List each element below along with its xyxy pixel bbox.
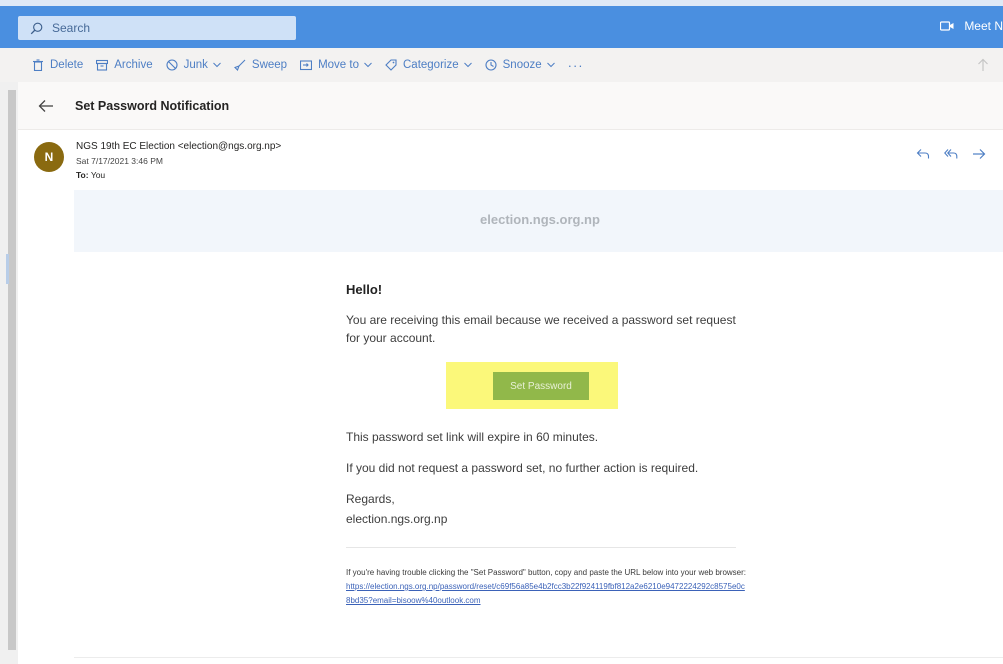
categorize-button[interactable]: Categorize bbox=[385, 59, 472, 71]
message-actions bbox=[916, 148, 1000, 160]
archive-icon bbox=[96, 59, 109, 71]
signature-text: election.ngs.org.np bbox=[346, 512, 448, 526]
reply-all-icon[interactable] bbox=[944, 148, 958, 160]
message-subject: Set Password Notification bbox=[75, 99, 230, 113]
top-bar: Meet N bbox=[0, 0, 1003, 48]
chevron-down-icon bbox=[546, 62, 555, 68]
sender-line[interactable]: NGS 19th EC Election <election@ngs.org.n… bbox=[76, 141, 281, 152]
reply-icon[interactable] bbox=[916, 148, 930, 160]
email-header-banner: election.ngs.org.np bbox=[74, 190, 1003, 252]
trouble-note: If you're having trouble clicking the "S… bbox=[346, 566, 746, 608]
arrow-up-icon[interactable] bbox=[977, 58, 989, 72]
subject-bar: Set Password Notification bbox=[18, 82, 1003, 130]
block-icon bbox=[166, 59, 178, 71]
move-to-button[interactable]: Move to bbox=[300, 59, 372, 71]
trouble-text: If you're having trouble clicking the "S… bbox=[346, 568, 747, 577]
junk-button[interactable]: Junk bbox=[166, 59, 221, 71]
sender-avatar[interactable]: N bbox=[34, 142, 64, 172]
clock-icon bbox=[485, 59, 497, 71]
content-divider bbox=[346, 547, 736, 548]
command-toolbar: Delete Archive Junk Sweep Move to Catego… bbox=[0, 48, 1003, 82]
highlight-box: Set Password bbox=[446, 362, 618, 409]
delete-label: Delete bbox=[50, 59, 84, 71]
search-input[interactable] bbox=[52, 21, 272, 35]
tag-icon bbox=[385, 59, 397, 71]
message-date: Sat 7/17/2021 3:46 PM bbox=[76, 156, 163, 166]
snooze-label: Snooze bbox=[502, 59, 542, 71]
message-list-edge bbox=[0, 82, 18, 664]
chevron-down-icon bbox=[213, 62, 221, 68]
meet-now-label: Meet N bbox=[964, 19, 1003, 33]
folder-move-icon bbox=[300, 60, 313, 71]
search-box[interactable] bbox=[18, 16, 296, 40]
sweep-button[interactable]: Sweep bbox=[233, 59, 288, 71]
forward-icon[interactable] bbox=[972, 148, 986, 160]
recipient-line: To: You bbox=[76, 170, 105, 180]
archive-button[interactable]: Archive bbox=[96, 59, 153, 71]
outlook-window: Meet N Delete Archive Junk Sweep Move to bbox=[0, 0, 1003, 664]
video-icon bbox=[940, 21, 954, 31]
chevron-down-icon bbox=[463, 62, 472, 68]
to-value: You bbox=[90, 170, 106, 180]
sweep-label: Sweep bbox=[251, 59, 288, 71]
more-actions-button[interactable]: ··· bbox=[568, 58, 584, 73]
delete-button[interactable]: Delete bbox=[32, 59, 83, 71]
reset-url-link[interactable]: https://election.ngs.org.np/password/res… bbox=[346, 582, 745, 605]
reading-pane: Set Password Notification N NGS 19th EC … bbox=[18, 82, 1003, 664]
search-icon bbox=[30, 22, 43, 34]
move-to-label: Move to bbox=[318, 59, 359, 71]
no-action-text: If you did not request a password set, n… bbox=[346, 461, 699, 475]
message-list-scrollbar[interactable] bbox=[8, 90, 16, 650]
set-password-button[interactable]: Set Password bbox=[493, 372, 589, 400]
footer-divider bbox=[74, 657, 1003, 658]
meet-now-button[interactable]: Meet N bbox=[940, 19, 1003, 33]
archive-label: Archive bbox=[114, 59, 153, 71]
chevron-down-icon bbox=[364, 62, 372, 68]
expire-text: This password set link will expire in 60… bbox=[346, 430, 599, 444]
greeting: Hello! bbox=[346, 282, 383, 297]
back-arrow-icon[interactable] bbox=[38, 99, 54, 113]
banner-domain: election.ngs.org.np bbox=[480, 212, 600, 227]
avatar-initial: N bbox=[44, 150, 54, 164]
trash-icon bbox=[33, 59, 43, 71]
to-label: To: bbox=[76, 170, 89, 180]
selection-indicator bbox=[6, 254, 9, 284]
junk-label: Junk bbox=[183, 59, 208, 71]
intro-text: You are receiving this email because we … bbox=[346, 313, 736, 345]
snooze-button[interactable]: Snooze bbox=[485, 59, 555, 71]
email-content: Hello! You are receiving this email beca… bbox=[346, 282, 746, 605]
categorize-label: Categorize bbox=[403, 59, 459, 71]
regards-text: Regards, bbox=[346, 492, 395, 506]
broom-icon bbox=[233, 59, 246, 71]
